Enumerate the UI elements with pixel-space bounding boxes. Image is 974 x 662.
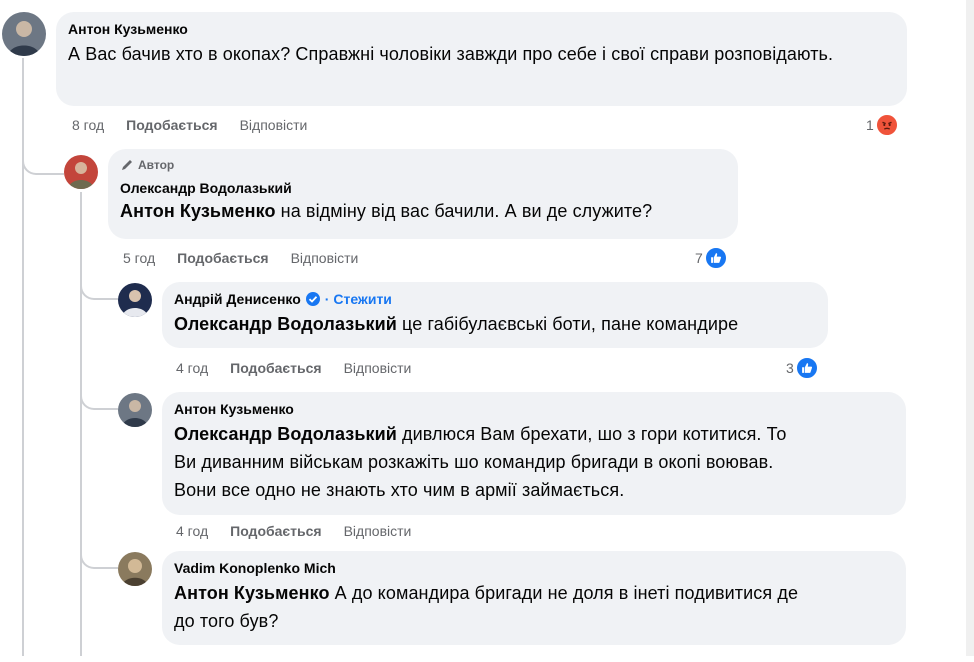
- like-icon: [703, 246, 728, 270]
- reaction-count: 1: [866, 117, 874, 133]
- comment-body-line: А до командира бригади не доля в інеті п…: [329, 583, 799, 603]
- reply-button[interactable]: Відповісти: [291, 249, 359, 267]
- comment-time[interactable]: 8 год: [72, 116, 104, 134]
- thread-connector: [80, 545, 118, 569]
- comment-actions: 4 год Подобається Відповісти: [176, 522, 411, 540]
- comment-text: А Вас бачив хто в окопах? Справжні чолов…: [68, 40, 895, 68]
- comment-time[interactable]: 4 год: [176, 359, 208, 377]
- comment-body-line: Ви диванним військам розкажіть шо команд…: [174, 452, 774, 472]
- like-button[interactable]: Подобається: [126, 116, 217, 134]
- comment-bubble: Андрій Денисенко · Стежити Олександр Вод…: [162, 282, 828, 348]
- reaction-summary[interactable]: 1: [866, 113, 899, 137]
- comment-body: на відміну від вас бачили. А ви де служи…: [275, 201, 653, 221]
- thread-line-reply: [80, 192, 82, 662]
- reply-button[interactable]: Відповісти: [240, 116, 308, 134]
- comment-body-line: до того був?: [174, 611, 279, 631]
- like-button[interactable]: Подобається: [230, 522, 321, 540]
- bottom-edge: [0, 656, 974, 662]
- comment-author[interactable]: Vadim Konoplenko Mich: [174, 559, 894, 577]
- reply-button[interactable]: Відповісти: [344, 359, 412, 377]
- comment-text: Антон Кузьменко на відміну від вас бачил…: [120, 197, 726, 225]
- like-button[interactable]: Подобається: [177, 249, 268, 267]
- reaction-count: 7: [695, 250, 703, 266]
- thread-connector: [22, 145, 64, 175]
- scrollbar[interactable]: [966, 0, 974, 662]
- mention-link[interactable]: Олександр Водолазький: [174, 314, 397, 334]
- comment-bubble: Автор Олександр Водолазький Антон Кузьме…: [108, 149, 738, 239]
- comment-text: Олександр Водолазький дивлюся Вам брехат…: [174, 420, 894, 504]
- comment-author[interactable]: Олександр Водолазький: [120, 179, 726, 197]
- comment-body: це габібулаєвські боти, пане командире: [396, 314, 739, 334]
- avatar[interactable]: [2, 12, 46, 56]
- mention-link[interactable]: Антон Кузьменко: [174, 583, 330, 603]
- comment-actions: 8 год Подобається Відповісти: [72, 116, 307, 134]
- thread-connector: [80, 388, 118, 410]
- comment-bubble: Vadim Konoplenko Mich Антон Кузьменко А …: [162, 551, 906, 645]
- comment-actions: 4 год Подобається Відповісти: [176, 359, 411, 377]
- comment-bubble: Антон Кузьменко А Вас бачив хто в окопах…: [56, 12, 907, 106]
- reaction-summary[interactable]: 7: [695, 246, 728, 270]
- author-badge: Автор: [120, 157, 726, 173]
- angry-icon: [874, 113, 899, 137]
- avatar[interactable]: [118, 393, 152, 427]
- follow-button[interactable]: · Стежити: [325, 290, 392, 308]
- avatar[interactable]: [118, 283, 152, 317]
- avatar[interactable]: [64, 155, 98, 189]
- mention-link[interactable]: Антон Кузьменко: [120, 201, 276, 221]
- verified-badge-icon: [305, 292, 320, 306]
- pencil-icon: [122, 160, 132, 170]
- comment-body: А Вас бачив хто в окопах? Справжні чолов…: [68, 44, 834, 64]
- comment-body-line: Вони все одно не знають хто чим в армії …: [174, 480, 625, 500]
- author-badge-label: Автор: [138, 158, 175, 172]
- comment-time[interactable]: 5 год: [123, 249, 155, 267]
- comment-time[interactable]: 4 год: [176, 522, 208, 540]
- mention-link[interactable]: Олександр Водолазький: [174, 424, 397, 444]
- comment-body-line: дивлюся Вам брехати, шо з гори котитися.…: [396, 424, 787, 444]
- comment-text: Олександр Водолазький це габібулаєвські …: [174, 310, 816, 338]
- comment-author[interactable]: Антон Кузьменко: [174, 400, 894, 418]
- thread-connector: [80, 278, 118, 300]
- comment-text: Антон Кузьменко А до командира бригади н…: [174, 579, 894, 635]
- reaction-summary[interactable]: 3: [786, 356, 819, 380]
- comment-actions: 5 год Подобається Відповісти: [123, 249, 358, 267]
- comment-bubble: Антон Кузьменко Олександр Водолазький ди…: [162, 392, 906, 515]
- reaction-count: 3: [786, 360, 794, 376]
- like-icon: [794, 356, 819, 380]
- comment-author-row: Андрій Денисенко · Стежити: [174, 290, 816, 308]
- comment-author[interactable]: Антон Кузьменко: [68, 20, 895, 38]
- like-button[interactable]: Подобається: [230, 359, 321, 377]
- reply-button[interactable]: Відповісти: [344, 522, 412, 540]
- avatar[interactable]: [118, 552, 152, 586]
- comment-author[interactable]: Андрій Денисенко: [174, 290, 301, 308]
